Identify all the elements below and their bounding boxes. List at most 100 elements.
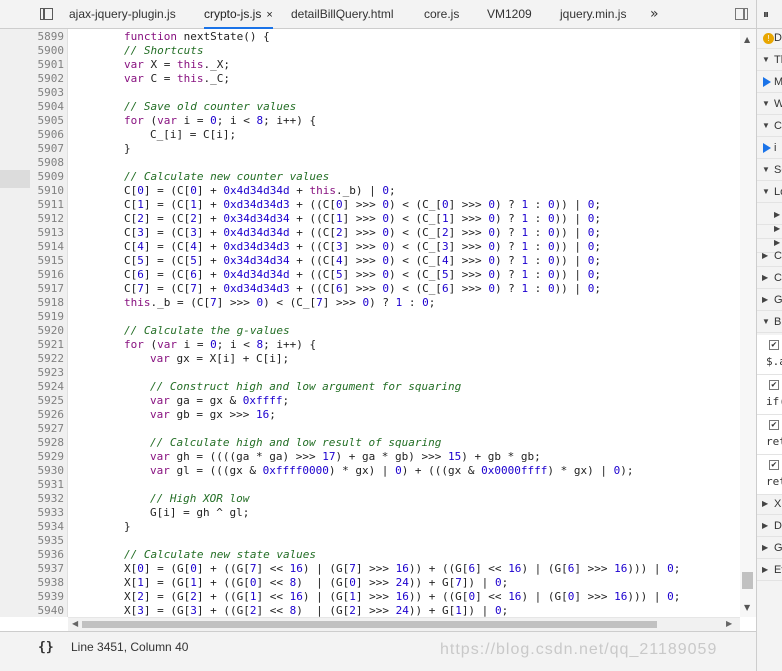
line-number[interactable]: 5910	[0, 184, 65, 198]
close-tab-icon[interactable]: ×	[266, 9, 272, 21]
sidebar-section-row[interactable]: i	[757, 139, 782, 159]
line-number[interactable]: 5916	[0, 268, 65, 282]
tab-detailbillquery[interactable]: detailBillQuery.html	[291, 0, 393, 29]
line-number[interactable]: 5908	[0, 156, 65, 170]
breakpoint-checkbox[interactable]: ✔	[769, 340, 779, 350]
breakpoint-item[interactable]: ✔ if(	[757, 375, 782, 415]
line-number[interactable]: 5919	[0, 310, 65, 324]
scroll-right-icon[interactable]: ▶	[726, 619, 732, 628]
line-number[interactable]: 5932	[0, 492, 65, 506]
expand-arrow-icon[interactable]: ▶	[774, 224, 780, 233]
section-arrow-icon[interactable]: ▼	[762, 55, 770, 64]
line-number[interactable]: 5899	[0, 30, 65, 44]
code-editor[interactable]: 5899 function nextState() {5900 // Shortcu…	[0, 29, 756, 617]
sidebar-section-row[interactable]: ▶ Cl	[757, 269, 782, 289]
line-number[interactable]: 5927	[0, 422, 65, 436]
section-arrow-icon[interactable]: ▼	[762, 317, 770, 326]
sidebar-section-row[interactable]: ! D	[757, 29, 782, 49]
line-number[interactable]: 5940	[0, 604, 65, 617]
sidebar-section-row[interactable]: ▼ C	[757, 117, 782, 137]
section-arrow-icon[interactable]: ▶	[762, 499, 768, 508]
section-arrow-icon[interactable]: ▼	[762, 121, 770, 130]
line-number[interactable]: 5907	[0, 142, 65, 156]
section-arrow-icon[interactable]: ▶	[762, 295, 768, 304]
line-number[interactable]: 5933	[0, 506, 65, 520]
line-number[interactable]: 5900	[0, 44, 65, 58]
line-number[interactable]: 5939	[0, 590, 65, 604]
line-number[interactable]: 5912	[0, 212, 65, 226]
tab-crypto-js[interactable]: crypto-js.js ×	[204, 0, 273, 29]
section-arrow-icon[interactable]: ▶	[762, 251, 768, 260]
line-number[interactable]: 5913	[0, 226, 65, 240]
line-number[interactable]: 5914	[0, 240, 65, 254]
line-number[interactable]: 5901	[0, 58, 65, 72]
line-number[interactable]: 5936	[0, 548, 65, 562]
section-arrow-icon[interactable]: ▼	[762, 99, 770, 108]
sidebar-section-row[interactable]: ▼ B	[757, 313, 782, 333]
section-arrow-icon[interactable]: ▶	[762, 521, 768, 530]
line-number[interactable]: 5929	[0, 450, 65, 464]
toggle-debugger-icon[interactable]	[735, 8, 748, 20]
expand-arrow-icon[interactable]: ▶	[774, 238, 780, 247]
breakpoint-item[interactable]: ✔ ret	[757, 415, 782, 455]
section-arrow-icon[interactable]: ▼	[762, 187, 770, 196]
horizontal-scrollbar[interactable]: ◀ ▶	[68, 617, 740, 631]
line-number[interactable]: 5915	[0, 254, 65, 268]
line-number[interactable]: 5918	[0, 296, 65, 310]
sidebar-section-row[interactable]: ▶ X	[757, 495, 782, 515]
line-number[interactable]: 5917	[0, 282, 65, 296]
sidebar-section-row[interactable]: ▼ Sc	[757, 161, 782, 181]
breakpoint-item[interactable]: ✔ ret	[757, 455, 782, 495]
sidebar-section-row[interactable]: M	[757, 73, 782, 93]
line-number[interactable]: 5909	[0, 170, 65, 184]
breakpoint-item[interactable]: ✔ $.a	[757, 335, 782, 375]
line-number[interactable]: 5905	[0, 114, 65, 128]
scroll-down-icon[interactable]: ▼	[744, 603, 750, 612]
line-number[interactable]: 5937	[0, 562, 65, 576]
section-arrow-icon[interactable]: ▼	[762, 165, 770, 174]
sidebar-section-row[interactable]: ▼ Th	[757, 51, 782, 71]
line-number[interactable]: 5920	[0, 324, 65, 338]
line-number[interactable]: 5923	[0, 366, 65, 380]
sidebar-section-row[interactable]: ▶ Gl	[757, 291, 782, 311]
line-number[interactable]: 5935	[0, 534, 65, 548]
line-number[interactable]: 5911	[0, 198, 65, 212]
pause-icon[interactable]: ⏸	[763, 7, 769, 22]
expand-arrow-icon[interactable]: ▶	[774, 210, 780, 219]
line-number[interactable]: 5931	[0, 478, 65, 492]
sidebar-section-row[interactable]: ▶ G	[757, 539, 782, 559]
sidebar-section-row[interactable]: ▶ Cl	[757, 247, 782, 267]
tab-vm1209[interactable]: VM1209	[487, 0, 532, 29]
scroll-up-icon[interactable]: ▲	[744, 35, 750, 44]
toggle-navigator-icon[interactable]	[40, 8, 53, 20]
line-number[interactable]: 5902	[0, 72, 65, 86]
line-number[interactable]: 5925	[0, 394, 65, 408]
section-arrow-icon[interactable]: ▶	[762, 273, 768, 282]
tab-core-js[interactable]: core.js	[424, 0, 459, 29]
line-number[interactable]: 5921	[0, 338, 65, 352]
line-number[interactable]: 5928	[0, 436, 65, 450]
line-number[interactable]: 5924	[0, 380, 65, 394]
line-number[interactable]: 5934	[0, 520, 65, 534]
tab-ajax-jquery-plugin[interactable]: ajax-jquery-plugin.js	[69, 0, 176, 29]
breakpoint-checkbox[interactable]: ✔	[769, 460, 779, 470]
section-arrow-icon[interactable]: ▶	[762, 543, 768, 552]
more-tabs-icon[interactable]: »	[650, 0, 659, 29]
line-number[interactable]: 5903	[0, 86, 65, 100]
sidebar-section-row[interactable]: ▼ Lo	[757, 183, 782, 203]
vertical-scrollbar[interactable]: ▲ ▼	[740, 29, 756, 617]
sidebar-section-row[interactable]: ▼W	[757, 95, 782, 115]
sidebar-section-row[interactable]: ▶ Ev	[757, 561, 782, 581]
scrollbar-thumb[interactable]	[742, 572, 753, 589]
line-number[interactable]: 5922	[0, 352, 65, 366]
pretty-print-button[interactable]: {}	[38, 640, 54, 655]
line-number[interactable]: 5930	[0, 464, 65, 478]
section-arrow-icon[interactable]: ▶	[762, 565, 768, 574]
breakpoint-checkbox[interactable]: ✔	[769, 380, 779, 390]
line-number[interactable]: 5906	[0, 128, 65, 142]
breakpoint-checkbox[interactable]: ✔	[769, 420, 779, 430]
scrollbar-thumb[interactable]	[82, 621, 657, 628]
tab-jquery-min[interactable]: jquery.min.js	[560, 0, 626, 29]
sidebar-section-row[interactable]: ▶ D	[757, 517, 782, 537]
line-number[interactable]: 5904	[0, 100, 65, 114]
